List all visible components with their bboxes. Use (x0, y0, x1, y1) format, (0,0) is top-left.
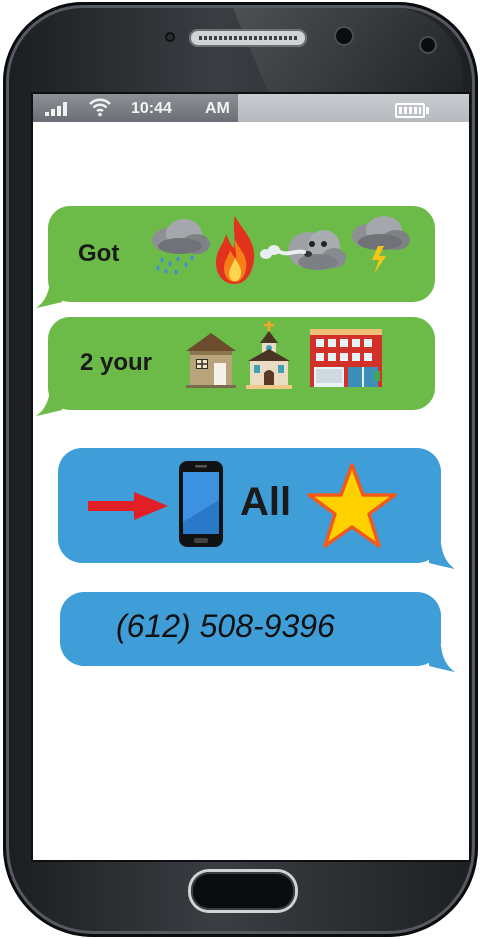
right-arrow-icon (88, 492, 168, 520)
status-bar: 10:44 AM (33, 94, 469, 122)
wifi-icon (89, 98, 111, 117)
church-icon (246, 321, 292, 389)
message-bubble-3[interactable]: All (58, 448, 455, 569)
message-bubble-2[interactable]: 2 your (36, 317, 435, 416)
message-text: All (240, 480, 292, 524)
home-button[interactable] (191, 872, 295, 910)
bubble-tail (429, 543, 455, 569)
office-building-icon (310, 329, 382, 387)
proximity-sensor (165, 32, 175, 42)
star-icon (307, 463, 397, 548)
front-camera-icon (336, 28, 352, 44)
thunder-cloud-icon (352, 216, 410, 274)
phone-number-text[interactable]: (612) 508-9396 (116, 608, 335, 645)
message-text: 2 your (80, 349, 153, 376)
fire-icon (216, 216, 255, 284)
wind-face-icon (260, 230, 346, 270)
signal-icon (45, 102, 69, 116)
status-ampm: AM (205, 100, 230, 117)
message-bubble-1[interactable]: Got (36, 206, 435, 308)
bubble-tail (36, 282, 62, 308)
message-text: Got (78, 240, 120, 267)
smartphone-icon (179, 461, 223, 547)
battery-icon (395, 103, 429, 118)
status-bar-right (238, 94, 469, 122)
rain-cloud-icon (152, 219, 210, 275)
bubble-tail (36, 390, 62, 416)
house-icon (186, 333, 236, 388)
message-bubble-4[interactable]: (612) 508-9396 (60, 592, 455, 672)
sensor-icon (421, 38, 435, 52)
earpiece-speaker (189, 29, 307, 47)
status-time: 10:44 (131, 100, 172, 117)
bubble-tail (429, 646, 455, 672)
phone-body: 10:44 AM Got 2 your All (612) 508-9396 (3, 2, 478, 937)
phone-screen: 10:44 AM Got 2 your All (612) 508-9396 (33, 94, 469, 860)
